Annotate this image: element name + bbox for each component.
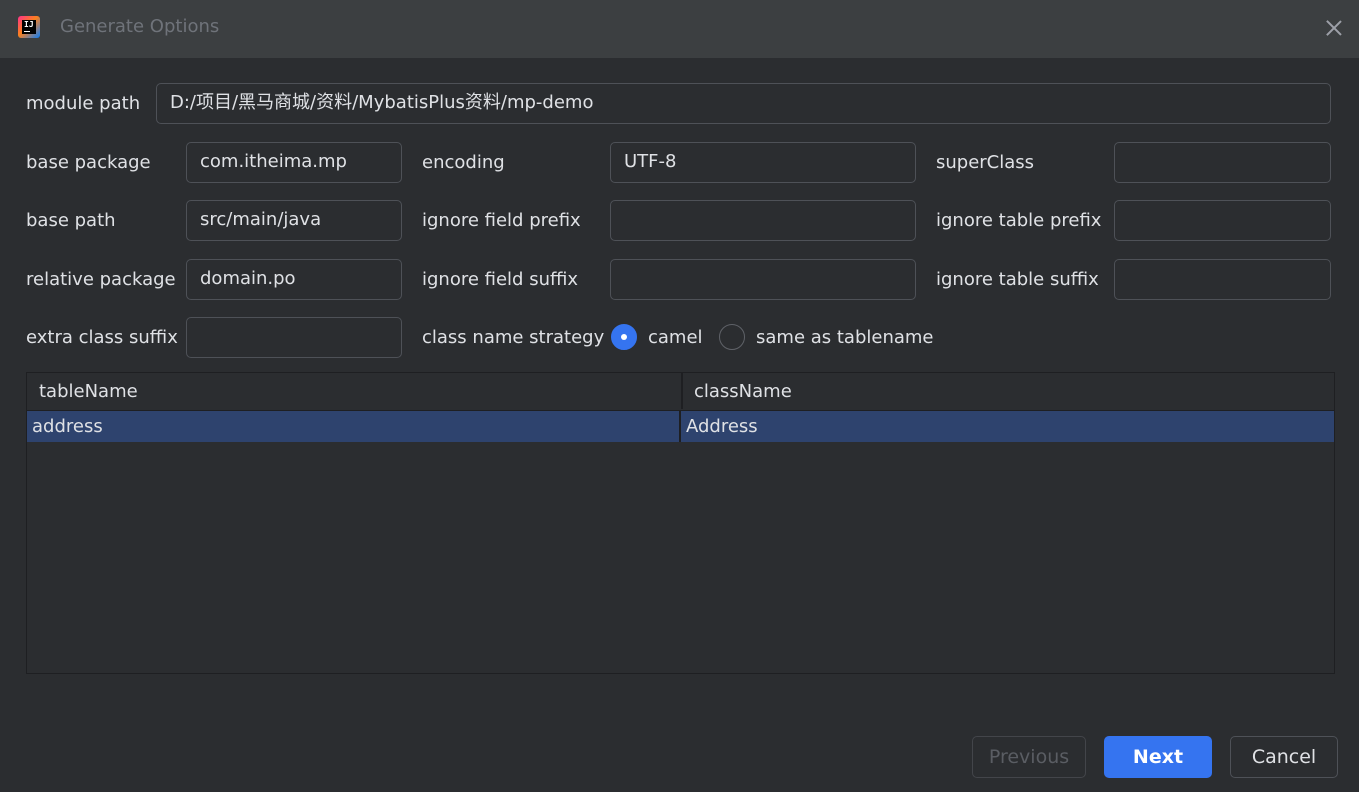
relative-package-input[interactable]: domain.po	[186, 259, 402, 300]
column-header-tablename[interactable]: tableName	[27, 373, 680, 409]
cancel-button[interactable]: Cancel	[1230, 736, 1338, 778]
next-button[interactable]: Next	[1104, 736, 1212, 778]
relative-package-label: relative package	[26, 269, 176, 290]
ignore-field-prefix-input[interactable]	[610, 200, 916, 241]
close-icon[interactable]	[1323, 17, 1345, 39]
column-header-classname[interactable]: className	[682, 373, 1332, 409]
window-title: Generate Options	[60, 16, 220, 37]
intellij-logo-icon: IJ	[18, 16, 40, 38]
ignore-table-prefix-label: ignore table prefix	[936, 210, 1102, 231]
base-package-input[interactable]: com.itheima.mp	[186, 142, 402, 183]
radio-same-as-tablename-label[interactable]: same as tablename	[756, 327, 934, 349]
extra-class-suffix-label: extra class suffix	[26, 327, 178, 348]
radio-camel[interactable]	[611, 324, 637, 350]
base-path-label: base path	[26, 210, 116, 231]
title-bar: IJ Generate Options	[0, 0, 1359, 58]
cell-tablename[interactable]: address	[27, 411, 679, 442]
radio-camel-label[interactable]: camel	[648, 327, 703, 349]
ignore-field-prefix-label: ignore field prefix	[422, 210, 581, 231]
previous-button[interactable]: Previous	[972, 736, 1086, 778]
class-name-strategy-label: class name strategy	[422, 327, 605, 348]
base-path-input[interactable]: src/main/java	[186, 200, 402, 241]
base-package-label: base package	[26, 152, 151, 173]
ignore-table-prefix-input[interactable]	[1114, 200, 1331, 241]
ignore-table-suffix-label: ignore table suffix	[936, 269, 1099, 290]
module-path-input[interactable]: D:/项目/黑马商城/资料/MybatisPlus资料/mp-demo	[156, 83, 1331, 124]
radio-same-as-tablename[interactable]	[719, 324, 745, 350]
encoding-input[interactable]: UTF-8	[610, 142, 916, 183]
encoding-label: encoding	[422, 152, 505, 173]
ignore-field-suffix-label: ignore field suffix	[422, 269, 579, 290]
extra-class-suffix-input[interactable]	[186, 317, 402, 358]
cell-classname[interactable]: Address	[681, 411, 1331, 442]
ignore-field-suffix-input[interactable]	[610, 259, 916, 300]
table-mapping-grid: tableName className address Address	[26, 372, 1335, 674]
table-header: tableName className	[27, 373, 1334, 411]
table-row[interactable]: address Address	[27, 411, 1334, 442]
super-class-label: superClass	[936, 152, 1035, 173]
super-class-input[interactable]	[1114, 142, 1331, 183]
ignore-table-suffix-input[interactable]	[1114, 259, 1331, 300]
module-path-label: module path	[26, 93, 141, 114]
